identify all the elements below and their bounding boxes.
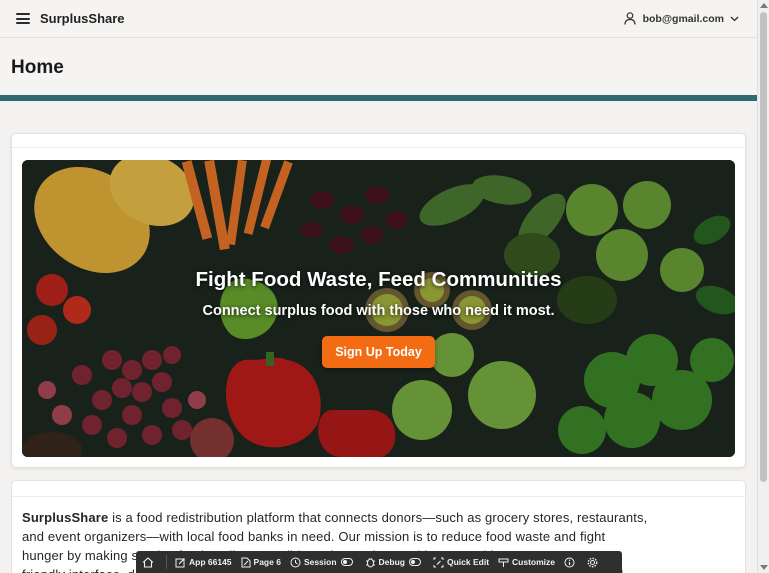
card-header	[12, 481, 745, 497]
dev-quick-edit-label: Quick Edit	[447, 557, 490, 567]
info-icon	[564, 557, 575, 567]
app-title[interactable]: SurplusShare	[40, 11, 125, 26]
scroll-up-arrow-icon[interactable]	[760, 3, 768, 8]
dev-session-label: Session	[303, 557, 337, 567]
toggle-icon	[340, 558, 353, 566]
edit-icon	[175, 557, 185, 567]
dev-customize-label: Customize	[512, 557, 556, 567]
user-name: bob@gmail.com	[642, 12, 724, 25]
page: SurplusShare bob@gmail.com Home Fight Fo…	[0, 0, 757, 573]
chevron-down-icon	[730, 16, 739, 21]
about-line-text: is a food redistribution platform that c…	[108, 510, 648, 525]
user-icon	[623, 12, 636, 25]
dev-debug-button[interactable]: Debug	[365, 557, 424, 568]
developer-toolbar: App 66145 Page 6 Session Debug Quick Edi…	[136, 551, 622, 573]
scroll-down-arrow-icon[interactable]	[760, 565, 768, 570]
title-region: Home	[0, 38, 757, 96]
dev-page-button[interactable]: Page 6	[241, 557, 281, 568]
home-icon	[142, 556, 154, 568]
card-header	[12, 134, 745, 148]
dev-settings-button[interactable]	[587, 557, 601, 568]
session-icon	[290, 557, 301, 567]
dev-app-label: App 66145	[189, 557, 232, 567]
hero-subheadline: Connect surplus food with those who need…	[202, 303, 555, 319]
dev-quick-edit-button[interactable]: Quick Edit	[433, 557, 489, 568]
dev-page-label: Page 6	[253, 557, 281, 567]
page-edit-icon	[241, 557, 251, 567]
dev-debug-label: Debug	[378, 557, 405, 567]
sign-up-button[interactable]: Sign Up Today	[322, 336, 435, 368]
hamburger-icon[interactable]	[16, 13, 30, 24]
top-navigation-bar: SurplusShare bob@gmail.com	[0, 0, 757, 38]
dev-home-button[interactable]	[142, 556, 157, 568]
vertical-scrollbar[interactable]	[757, 0, 769, 573]
dev-info-button[interactable]	[564, 557, 578, 568]
user-menu[interactable]: bob@gmail.com	[623, 12, 739, 25]
about-line: SurplusShare is a food redistribution pl…	[22, 508, 738, 527]
toggle-icon	[409, 558, 421, 566]
customize-icon	[498, 558, 509, 567]
about-line: and event organizers—with local food ban…	[22, 529, 606, 544]
hero-banner-image: Fight Food Waste, Feed Communities Conne…	[22, 160, 735, 457]
quick-edit-icon	[433, 557, 444, 567]
scrollbar-thumb[interactable]	[760, 12, 767, 482]
divider	[166, 555, 167, 569]
brand-name: SurplusShare	[22, 510, 109, 525]
dev-customize-button[interactable]: Customize	[498, 557, 555, 568]
hero-headline: Fight Food Waste, Feed Communities	[195, 268, 562, 291]
page-title: Home	[11, 57, 64, 78]
settings-icon	[587, 557, 598, 567]
debug-icon	[365, 557, 375, 567]
dev-session-button[interactable]: Session	[290, 557, 356, 568]
dev-app-button[interactable]: App 66145	[175, 557, 232, 568]
